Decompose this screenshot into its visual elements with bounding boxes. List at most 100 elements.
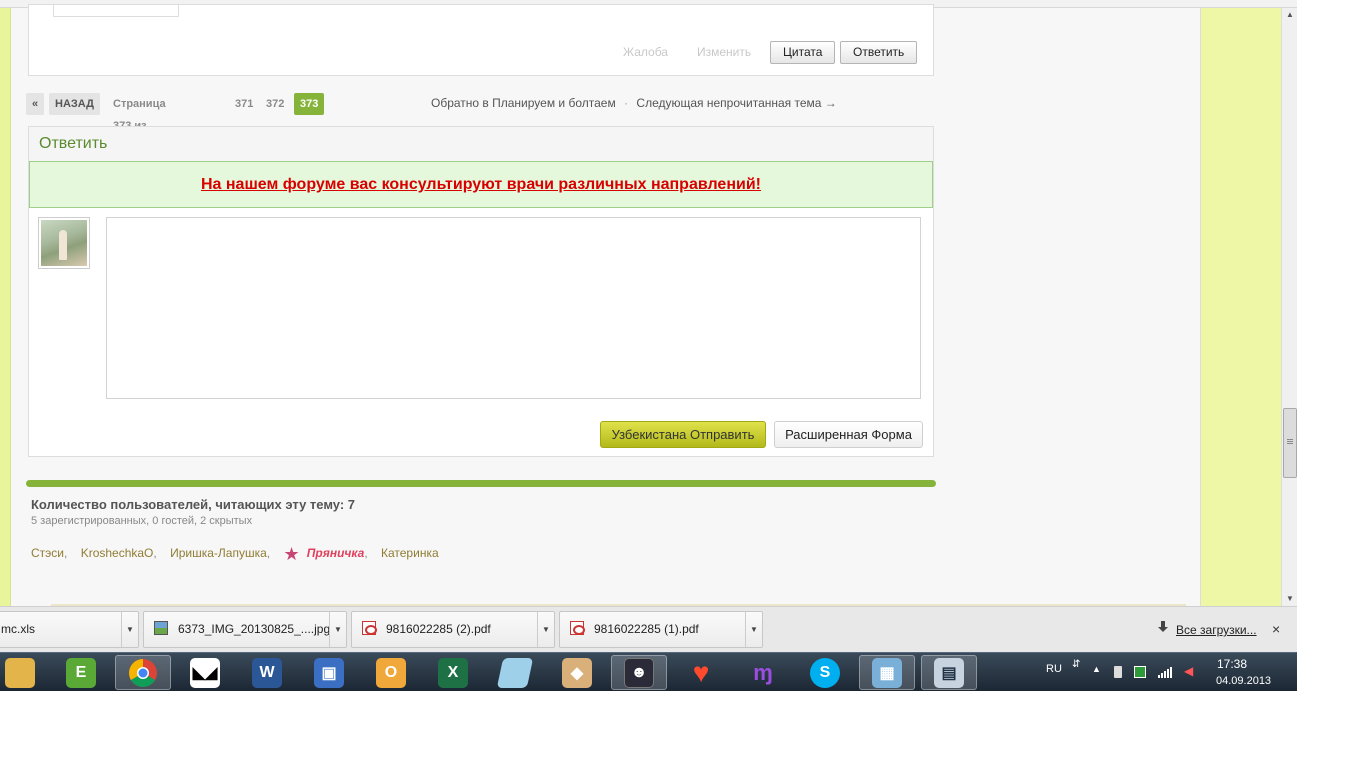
readers-title: Количество пользователей, читающих эту т… xyxy=(31,497,356,512)
user-link[interactable]: Катеринка xyxy=(381,546,439,560)
battery-icon[interactable] xyxy=(1114,666,1122,678)
taskbar-heart-app[interactable]: ♥ xyxy=(673,655,729,690)
keyboard-icon[interactable]: ⇵ xyxy=(1072,659,1080,670)
avatar xyxy=(38,217,90,269)
page-link-372[interactable]: 372 xyxy=(266,93,284,115)
quote-button[interactable]: Цитата xyxy=(770,41,836,64)
download-menu-arrow-icon[interactable]: ▼ xyxy=(745,612,762,647)
forum-page: Жалоба Изменить Цитата Ответить « НАЗАД … xyxy=(11,4,1201,606)
show-hidden-icons-icon[interactable]: ▲ xyxy=(1092,664,1101,674)
user-separator: , xyxy=(64,546,68,560)
post-box: Жалоба Изменить Цитата Ответить xyxy=(28,4,934,76)
download-item[interactable]: 6373_IMG_20130825_....jpg ▼ xyxy=(143,611,347,648)
browser-viewport: Жалоба Изменить Цитата Ответить « НАЗАД … xyxy=(0,0,1297,606)
skype-icon: S xyxy=(810,657,840,688)
close-icon[interactable]: × xyxy=(1272,621,1280,637)
volume-muted-icon[interactable]: ◀ xyxy=(1184,664,1193,678)
user-link[interactable]: Стэси xyxy=(31,546,64,560)
taskbar-mm-app[interactable]: ɱ xyxy=(735,655,791,690)
word-icon: W xyxy=(252,657,282,688)
topic-navigation: Обратно в Планируем и болтаем · Следующа… xyxy=(431,96,837,110)
taskbar-game[interactable]: ☻ xyxy=(611,655,667,690)
excel-icon: X xyxy=(438,657,468,688)
download-menu-arrow-icon[interactable]: ▼ xyxy=(121,612,138,647)
readers-subtitle: 5 зарегистрированных, 0 гостей, 2 скрыты… xyxy=(31,515,253,527)
notice-link[interactable]: На нашем форуме вас консультируют врачи … xyxy=(201,176,761,193)
download-item[interactable]: mc.xls ▼ xyxy=(0,611,139,648)
taskbar-notes[interactable] xyxy=(487,655,543,690)
page-info: Страница 373 из 373 xyxy=(113,98,166,154)
taskbar-excel[interactable]: X xyxy=(425,655,481,690)
outlook-icon: O xyxy=(376,657,406,688)
scroll-down-arrow-icon[interactable]: ▼ xyxy=(1282,592,1297,606)
taskbar-evernote[interactable]: E xyxy=(53,655,109,690)
download-item[interactable]: 9816022285 (2).pdf ▼ xyxy=(351,611,555,648)
user-link[interactable]: Иришка-Лапушка xyxy=(170,546,267,560)
pdf-file-icon xyxy=(570,621,585,635)
page-link-371[interactable]: 371 xyxy=(235,93,253,115)
reply-title: Ответить xyxy=(39,135,108,152)
taskbar-foobar[interactable]: ◣◢ xyxy=(177,655,233,690)
taskbar-skype[interactable]: S xyxy=(797,655,853,690)
taskbar-chrome[interactable] xyxy=(115,655,171,690)
back-to-forum-link[interactable]: Обратно в Планируем и болтаем xyxy=(431,96,616,110)
user-link[interactable]: KroshechkaO xyxy=(81,546,154,560)
prev-page-button[interactable]: « xyxy=(26,93,45,115)
next-unread-link[interactable]: Следующая непрочитанная тема → xyxy=(636,96,836,110)
system-tray: RU ⇵ ▲ ◀ 17:38 04.09.2013 xyxy=(1040,653,1297,692)
taskbar-file-explorer[interactable] xyxy=(0,655,48,690)
edit-link[interactable]: Изменить xyxy=(697,45,751,59)
nav-separator: · xyxy=(624,96,629,110)
scroll-up-arrow-icon[interactable]: ▲ xyxy=(1282,8,1297,22)
photos-icon: ◆ xyxy=(562,657,592,688)
control-panel-icon: ▦ xyxy=(872,657,902,688)
download-menu-arrow-icon[interactable]: ▼ xyxy=(537,612,554,647)
section-divider xyxy=(26,480,936,487)
chrome-icon xyxy=(129,658,157,687)
network-monitor-icon[interactable] xyxy=(1134,666,1146,678)
taskbar-outlook[interactable]: O xyxy=(363,655,419,690)
page-current-373[interactable]: 373 xyxy=(294,93,325,115)
all-downloads-link[interactable]: Все загрузки... xyxy=(1176,623,1257,637)
report-link[interactable]: Жалоба xyxy=(623,45,668,59)
download-filename: 9816022285 (1).pdf xyxy=(594,622,699,636)
vertical-scrollbar[interactable]: ▲ ▼ xyxy=(1281,8,1297,606)
send-button[interactable]: Узбекистана Отправить xyxy=(600,421,766,448)
reply-header xyxy=(29,127,933,161)
readers-list: Стэси, KroshechkaO, Иришка-Лапушка, ★ Пр… xyxy=(31,544,439,565)
back-button[interactable]: НАЗАД xyxy=(49,93,100,115)
reply-button[interactable]: Ответить xyxy=(840,41,918,64)
mm-icon: ɱ xyxy=(753,659,773,685)
game-icon: ☻ xyxy=(624,657,654,688)
downloads-bar: mc.xls ▼ 6373_IMG_20130825_....jpg ▼ 981… xyxy=(0,606,1297,652)
language-indicator[interactable]: RU xyxy=(1046,663,1062,675)
extended-form-button[interactable]: Расширенная Форма xyxy=(774,421,923,448)
monitor-icon: ▣ xyxy=(314,657,344,688)
taskbar-calculator[interactable]: ▤ xyxy=(921,655,977,690)
star-icon: ★ xyxy=(283,544,300,564)
taskbar-word[interactable]: W xyxy=(239,655,295,690)
user-link-special[interactable]: Пряничка xyxy=(307,546,365,560)
scroll-thumb[interactable] xyxy=(1283,408,1297,478)
download-filename: mc.xls xyxy=(1,622,35,636)
evernote-icon: E xyxy=(66,657,96,688)
reply-form: Ответить На нашем форуме вас консультиру… xyxy=(28,126,934,457)
download-menu-arrow-icon[interactable]: ▼ xyxy=(329,612,346,647)
image-file-icon xyxy=(154,621,168,635)
taskbar-control-panel[interactable]: ▦ xyxy=(859,655,915,690)
download-item[interactable]: 9816022285 (1).pdf ▼ xyxy=(559,611,763,648)
calculator-icon: ▤ xyxy=(934,657,964,688)
signal-icon[interactable] xyxy=(1158,666,1172,678)
heart-icon: ♥ xyxy=(692,656,710,688)
alien-icon: ◣◢ xyxy=(190,657,220,688)
user-separator: , xyxy=(266,546,271,560)
clock-time[interactable]: 17:38 xyxy=(1217,657,1247,671)
taskbar-remote-desktop[interactable]: ▣ xyxy=(301,655,357,690)
download-arrow-icon xyxy=(1158,621,1168,632)
reply-textarea[interactable] xyxy=(106,217,921,399)
clock-date[interactable]: 04.09.2013 xyxy=(1216,675,1271,687)
taskbar-photos[interactable]: ◆ xyxy=(549,655,605,690)
taskbar: E ◣◢ W ▣ O X ◆ ☻ ♥ ɱ S ▦ ▤ RU ⇵ ▲ ◀ 17:3… xyxy=(0,652,1297,691)
download-filename: 6373_IMG_20130825_....jpg xyxy=(178,622,331,636)
pdf-file-icon xyxy=(362,621,377,635)
